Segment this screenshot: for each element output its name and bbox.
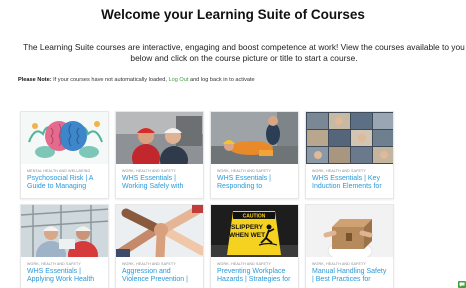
course-category: WORK, HEALTH AND SAFETY: [122, 169, 176, 173]
course-image-carrying-box[interactable]: [306, 205, 393, 257]
course-title-link[interactable]: Aggression and Violence Prevention |: [116, 266, 203, 286]
note-label: Please Note:: [18, 77, 52, 83]
page-title: Welcome your Learning Suite of Courses: [101, 7, 365, 22]
course-title-link[interactable]: WHS Essentials | Key Induction Elements …: [306, 173, 393, 193]
course-card[interactable]: WORK, HEALTH AND SAFETY WHS Essentials |…: [210, 111, 299, 199]
note-text-after: and log back in to activate: [188, 77, 255, 83]
note-text: Please Note: If your courses have not au…: [18, 77, 458, 83]
course-title-link[interactable]: Psychosocial Risk | A Guide to Managing: [21, 173, 108, 193]
course-category: WORK, HEALTH AND SAFETY: [217, 262, 271, 266]
course-card[interactable]: WORK, HEALTH AND SAFETY Manual Handling …: [305, 204, 394, 288]
course-image-slippery-sign[interactable]: CAUTION SLIPPERY WHEN WET: [211, 205, 298, 257]
course-category: WORK, HEALTH AND SAFETY: [122, 262, 176, 266]
course-title-link[interactable]: WHS Essentials | Working Safely with: [116, 173, 203, 193]
course-category: WORK, HEALTH AND SAFETY: [217, 169, 271, 173]
sign-caption-line2: SLIPPERY: [231, 224, 264, 231]
sign-caption-line1: CAUTION: [243, 214, 266, 220]
course-image-brain-illustration[interactable]: [21, 112, 108, 164]
chat-icon: [459, 282, 465, 287]
course-title-link[interactable]: WHS Essentials | Responding to: [211, 173, 298, 193]
course-category: MENTAL HEALTH AND WELLBEING: [27, 169, 91, 173]
course-category: WORK, HEALTH AND SAFETY: [312, 262, 366, 266]
note-text-before: If your courses have not automatically l…: [51, 77, 169, 83]
course-title-link[interactable]: WHS Essentials | Applying Work Health: [21, 266, 108, 286]
course-card[interactable]: WORK, HEALTH AND SAFETY Aggression and V…: [115, 204, 204, 288]
course-card[interactable]: WORK, HEALTH AND SAFETY WHS Essentials |…: [305, 111, 394, 199]
course-image-construction-workers[interactable]: [21, 205, 108, 257]
logout-link[interactable]: Log Out: [169, 77, 189, 83]
course-image-hands-stacked[interactable]: [116, 205, 203, 257]
course-card[interactable]: WORK, HEALTH AND SAFETY WHS Essentials |…: [115, 111, 204, 199]
course-image-workers-hardhats[interactable]: [116, 112, 203, 164]
course-image-injured-worker[interactable]: [211, 112, 298, 164]
course-card[interactable]: CAUTION SLIPPERY WHEN WET WORK, HEALTH A…: [210, 204, 299, 288]
course-title-link[interactable]: Preventing Workplace Hazards | Strategie…: [211, 266, 298, 286]
course-category: WORK, HEALTH AND SAFETY: [312, 169, 366, 173]
course-image-induction-collage[interactable]: [306, 112, 393, 164]
course-card[interactable]: WORK, HEALTH AND SAFETY WHS Essentials |…: [20, 204, 109, 288]
sign-caption-line3: WHEN WET: [229, 232, 265, 239]
course-title-link[interactable]: Manual Handling Safety | Best Practices …: [306, 266, 393, 286]
course-card[interactable]: MENTAL HEALTH AND WELLBEING Psychosocial…: [20, 111, 109, 199]
intro-text: The Learning Suite courses are interacti…: [23, 42, 465, 63]
chat-widget-button[interactable]: [458, 281, 466, 288]
course-grid: MENTAL HEALTH AND WELLBEING Psychosocial…: [20, 111, 394, 288]
course-category: WORK, HEALTH AND SAFETY: [27, 262, 81, 266]
